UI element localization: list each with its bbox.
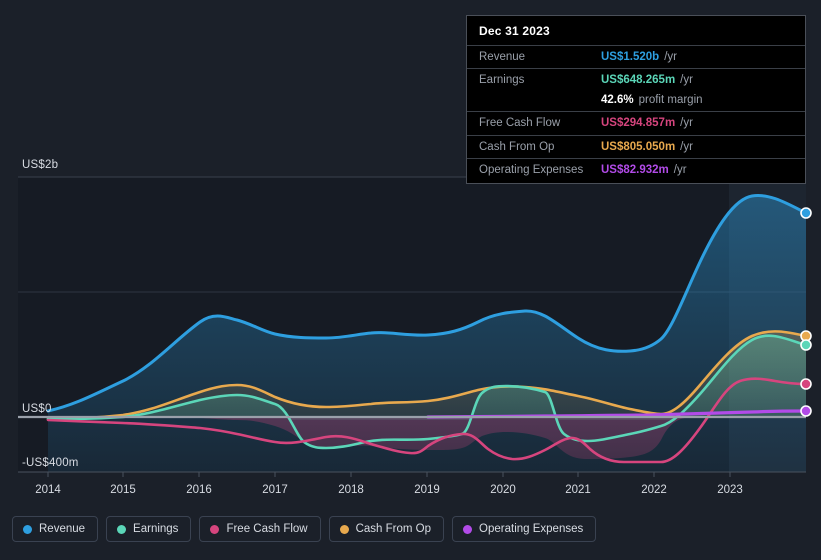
tooltip-row-value-wrap: US$1.520b/yr [601, 50, 677, 64]
financial-chart-widget: US$2b US$0 -US$400m 2014 2015 2016 2017 2018… [0, 0, 821, 560]
legend-item-label: Revenue [39, 523, 86, 535]
tooltip-row-value: US$805.050m [601, 140, 676, 153]
tooltip-row-label: Earnings [479, 74, 525, 87]
tooltip-row-value: US$1.520b [601, 51, 660, 63]
x-axis-label-2016: 2016 [186, 484, 212, 496]
x-axis-label-2020: 2020 [490, 484, 516, 496]
tooltip-row: 42.6% profit margin [467, 92, 805, 111]
y-axis-label-top: US$2b [22, 159, 59, 171]
x-axis-label-2023: 2023 [717, 484, 743, 496]
y-axis-label-zero: US$0 [22, 403, 52, 415]
endpoint-marker-operating-expenses [800, 405, 812, 417]
x-axis-label-2017: 2017 [262, 484, 288, 496]
tooltip-row-value: 42.6% [601, 93, 634, 106]
legend-item-label: Earnings [133, 523, 179, 535]
legend-item-earnings[interactable]: Earnings [106, 516, 192, 542]
tooltip-row-value-wrap: US$648.265m/yr [601, 73, 693, 87]
tooltip-row-label: Free Cash Flow [479, 117, 561, 130]
tooltip-row: Earnings US$648.265m/yr [467, 68, 805, 91]
data-tooltip: Dec 31 2023 Revenue US$1.520b/yr Earnings U… [466, 15, 806, 185]
x-axis-label-2015: 2015 [110, 484, 136, 496]
tooltip-row-value: US$82.932m [601, 163, 669, 176]
tooltip-row-label: Revenue [479, 51, 526, 63]
tooltip-row-label: Cash From Op [479, 140, 555, 153]
x-axis-ticks [47, 472, 731, 477]
tooltip-row-value: US$294.857m [601, 117, 676, 130]
x-axis-label-2019: 2019 [414, 484, 440, 496]
legend-color-dot [339, 524, 349, 534]
tooltip-row: Operating Expenses US$82.932m/yr [467, 157, 805, 181]
legend-item-label: Operating Expenses [479, 523, 584, 535]
x-axis-label-2014: 2014 [35, 484, 61, 496]
x-axis-label-2021: 2021 [565, 484, 591, 496]
tooltip-row-unit: /yr [673, 163, 687, 176]
legend-item-label: Cash From Op [355, 523, 432, 535]
endpoint-marker-revenue [800, 207, 812, 219]
tooltip-rows: Revenue US$1.520b/yr Earnings US$648.265m/y… [467, 45, 805, 181]
x-axis-label-2018: 2018 [338, 484, 364, 496]
tooltip-row-value-wrap: US$805.050m/yr [601, 140, 693, 154]
legend-item-free-cash-flow[interactable]: Free Cash Flow [199, 516, 321, 542]
tooltip-row-unit: /yr [680, 140, 693, 153]
x-axis-label-2022: 2022 [641, 484, 667, 496]
legend-color-dot [117, 524, 127, 534]
legend-item-cash-from-op[interactable]: Cash From Op [328, 516, 445, 542]
tooltip-row-value: US$648.265m [601, 74, 676, 87]
tooltip-row: Revenue US$1.520b/yr [467, 45, 805, 68]
tooltip-row: Cash From Op US$805.050m/yr [467, 134, 805, 158]
legend-color-dot [23, 524, 32, 534]
tooltip-row-label: Operating Expenses [479, 163, 584, 176]
tooltip-row-unit: /yr [664, 51, 677, 63]
chart-legend: Revenue Earnings Free Cash Flow Cash From O… [12, 516, 597, 542]
tooltip-row-unit: /yr [680, 74, 693, 87]
endpoint-marker-free-cash-flow [800, 378, 812, 390]
endpoint-marker-earnings [800, 339, 812, 351]
y-axis-label-bottom: -US$400m [22, 457, 79, 469]
legend-item-revenue[interactable]: Revenue [12, 516, 99, 542]
legend-color-dot [463, 524, 473, 534]
tooltip-row-unit: profit margin [638, 93, 703, 106]
tooltip-row: Free Cash Flow US$294.857m/yr [467, 111, 805, 134]
tooltip-row-unit: /yr [680, 117, 693, 130]
tooltip-row-value-wrap: US$82.932m/yr [601, 163, 687, 177]
tooltip-row-value-wrap: 42.6% profit margin [601, 93, 703, 107]
tooltip-date: Dec 31 2023 [479, 24, 550, 38]
legend-item-label: Free Cash Flow [226, 523, 308, 535]
legend-color-dot [210, 524, 220, 534]
legend-item-operating-expenses[interactable]: Operating Expenses [452, 516, 597, 542]
tooltip-row-value-wrap: US$294.857m/yr [601, 116, 693, 130]
